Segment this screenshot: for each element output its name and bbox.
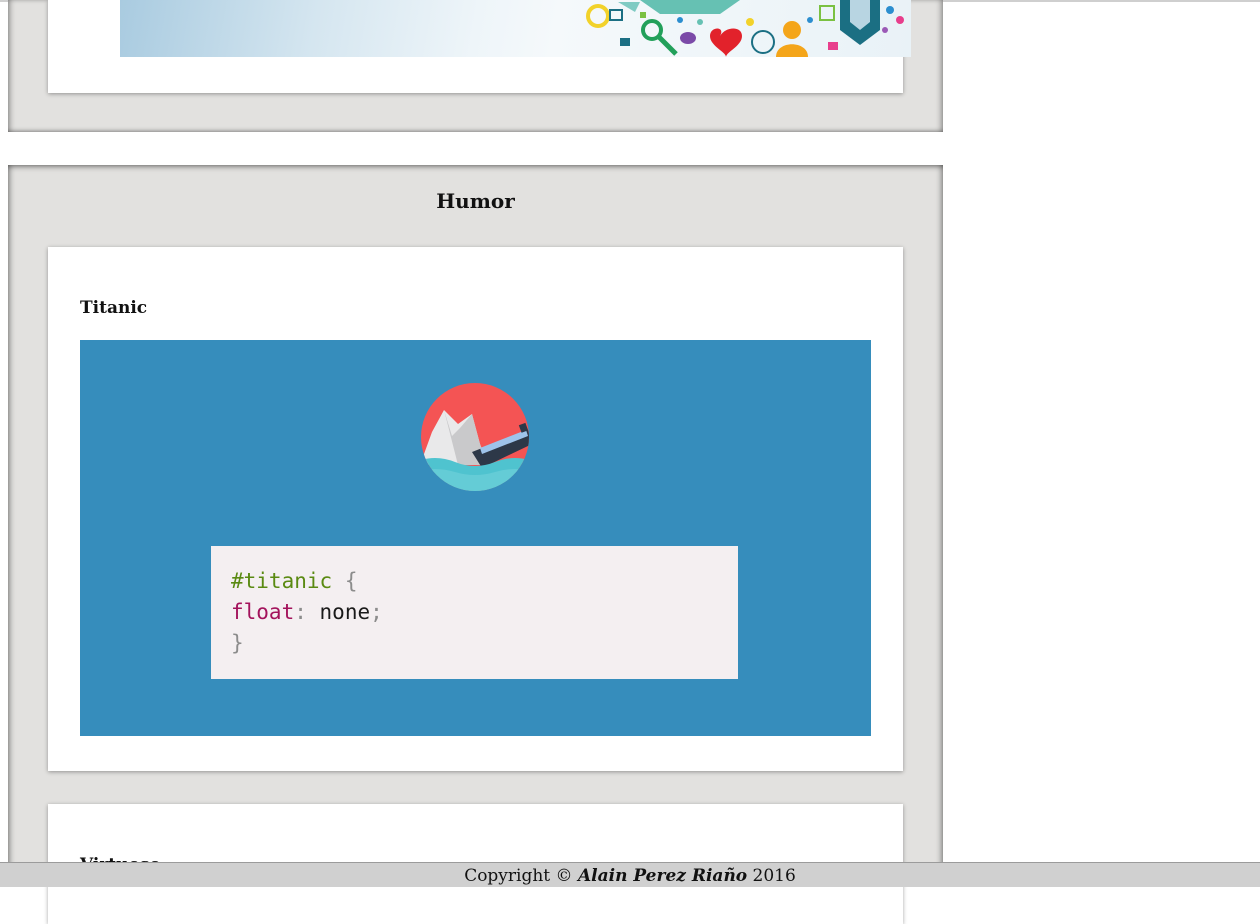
copyright-prefix: Copyright © <box>464 866 573 886</box>
code-open-brace: { <box>344 569 358 593</box>
titanic-joke-image: #titanic { float: none; } <box>80 340 871 736</box>
section-top <box>8 0 943 132</box>
section-title: Humor <box>436 189 515 213</box>
code-semicolon: ; <box>370 600 383 624</box>
code-value: none <box>319 600 371 624</box>
code-line-1: #titanic { <box>231 566 738 597</box>
card-titanic: Titanic #titanic {float: none;} <box>48 247 903 771</box>
code-colon: : <box>294 600 307 624</box>
footer: Copyright © Alain Perez Riaño 2016 <box>0 862 1260 887</box>
code-line-3: } <box>231 628 738 659</box>
code-close-brace: } <box>231 631 244 655</box>
code-selector: #titanic <box>231 569 333 593</box>
code-line-2: float: none; <box>231 597 738 628</box>
card-banner <box>48 0 911 93</box>
footer-year: 2016 <box>752 866 796 886</box>
footer-author: Alain Perez Riaño <box>577 866 748 886</box>
card-title[interactable]: Titanic <box>80 298 147 318</box>
section-humor: Humor Titanic #titanic {float: none;} <box>8 165 943 924</box>
social-media-banner-image <box>120 0 911 57</box>
code-snippet: #titanic { float: none; } <box>211 546 738 679</box>
code-property: float <box>231 600 295 624</box>
